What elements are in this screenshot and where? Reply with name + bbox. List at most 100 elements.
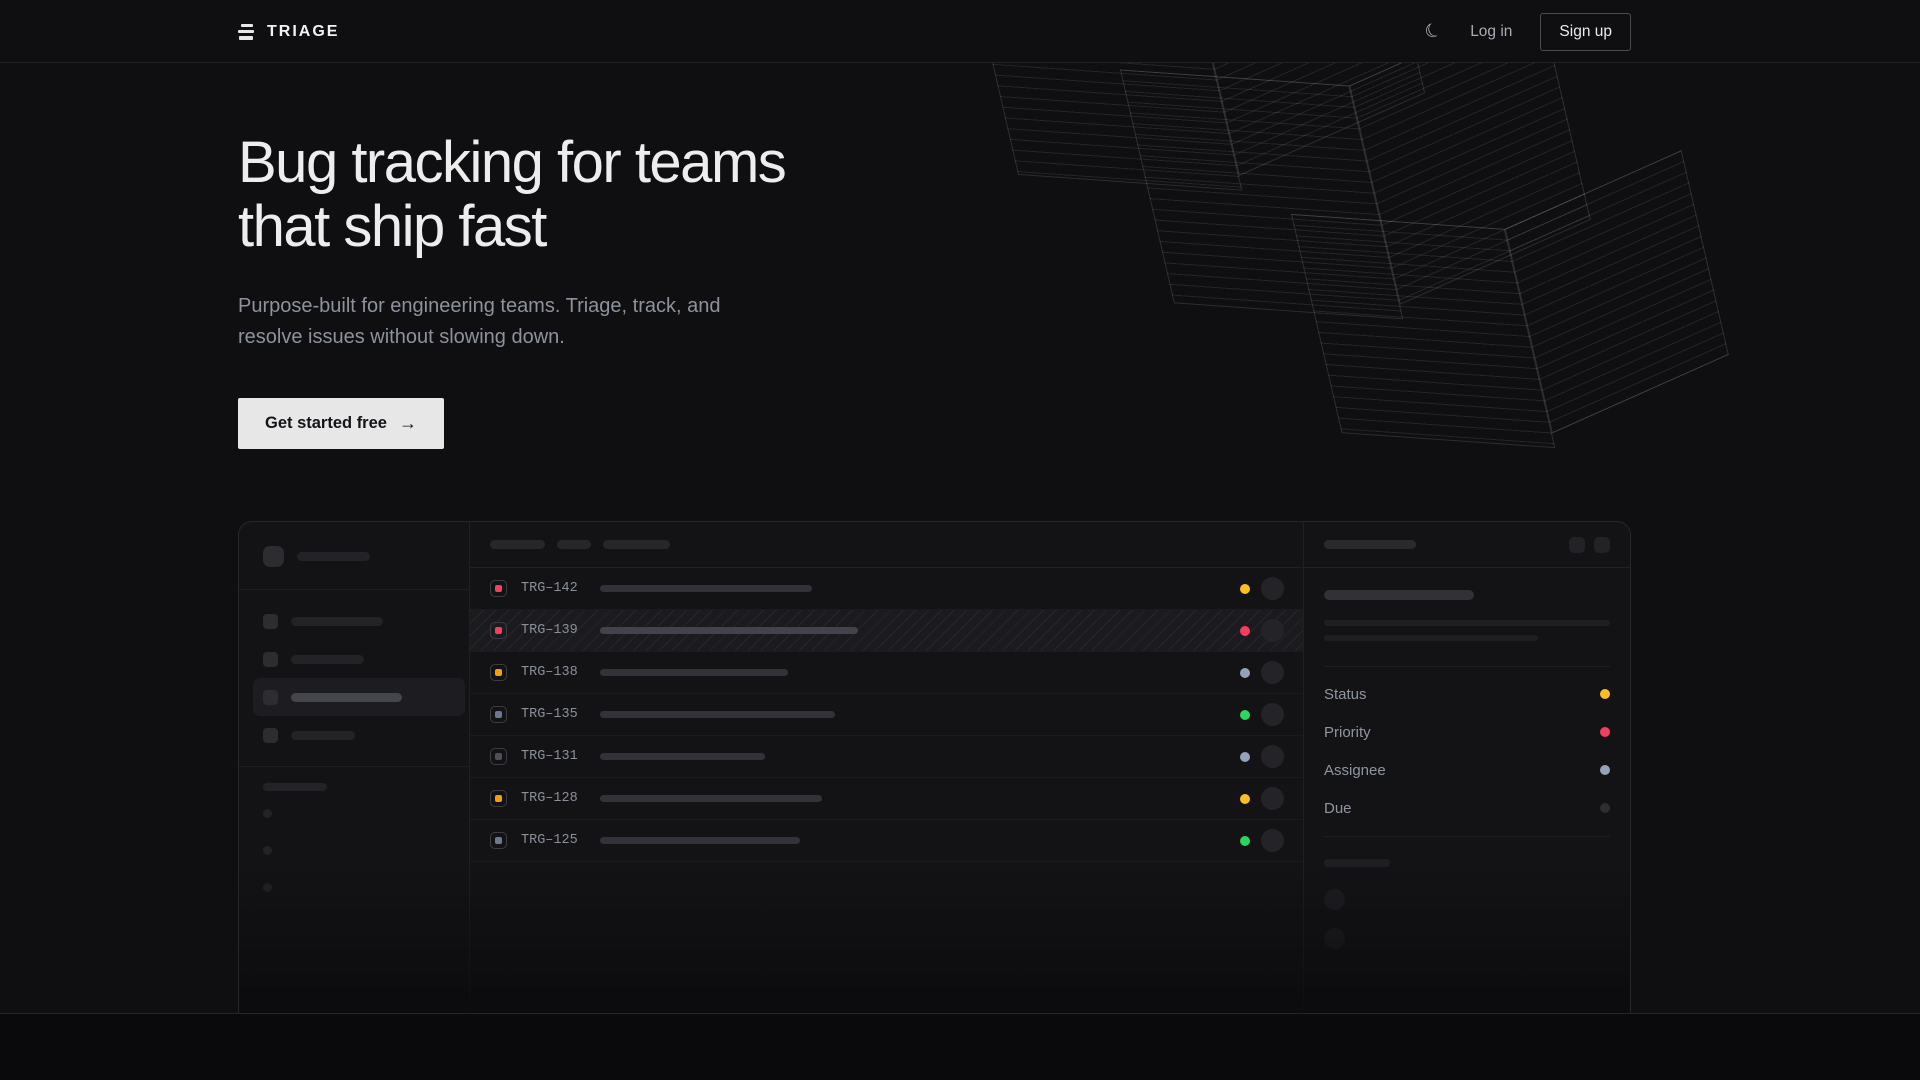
property-value-dot: [1600, 689, 1610, 699]
description-line-skeleton: [1324, 635, 1538, 641]
avatar: [1261, 829, 1284, 852]
sidebar-nav-item: [253, 716, 465, 754]
nav-item-icon: [263, 614, 278, 629]
property-row: Due: [1324, 789, 1610, 827]
app-mockup: TRG–142 TRG–139 TRG–138 TRG–135: [238, 521, 1631, 1013]
login-link[interactable]: Log in: [1470, 23, 1512, 41]
brand-name: TRIAGE: [267, 23, 339, 41]
hero-title: Bug tracking for teams that ship fast: [238, 131, 785, 259]
signup-button[interactable]: Sign up: [1540, 13, 1631, 51]
property-label: Assignee: [1324, 762, 1386, 779]
list-header-pill: [557, 540, 591, 549]
issue-row: TRG–131: [470, 736, 1303, 778]
next-section-strip: [0, 1013, 1920, 1080]
issue-title-skeleton: [600, 837, 800, 844]
sidebar-dot: [263, 883, 272, 892]
property-value-dot: [1600, 765, 1610, 775]
status-dot: [1240, 626, 1250, 636]
avatar: [1261, 745, 1284, 768]
issue-id: TRG–138: [521, 665, 587, 680]
comment-avatar-circle: [1324, 889, 1345, 910]
status-dot: [1240, 794, 1250, 804]
panel-action-icon: [1569, 537, 1585, 553]
issue-id: TRG–135: [521, 707, 587, 722]
nav-item-icon: [263, 652, 278, 667]
theme-toggle-moon-icon[interactable]: ☾: [1422, 19, 1445, 43]
issue-row: TRG–138: [470, 652, 1303, 694]
nav-item-icon: [263, 728, 278, 743]
issue-title-skeleton: [600, 627, 858, 634]
brand-logo: TRIAGE: [238, 23, 339, 41]
site-header: TRIAGE ☾ Log in Sign up: [0, 0, 1920, 63]
detail-panel-header: [1304, 522, 1630, 568]
issue-row: TRG–128: [470, 778, 1303, 820]
property-value-dot: [1600, 727, 1610, 737]
sidebar-dots: [263, 809, 455, 892]
status-dot: [1240, 584, 1250, 594]
comment-avatar-circle: [1324, 928, 1345, 949]
property-label: Priority: [1324, 724, 1371, 741]
issue-title-skeleton: [600, 585, 812, 592]
issue-type-icon: [490, 580, 507, 597]
status-dot: [1240, 668, 1250, 678]
issue-list: TRG–142 TRG–139 TRG–138 TRG–135: [470, 522, 1304, 1013]
workspace-icon: [263, 546, 284, 567]
avatar: [1261, 619, 1284, 642]
sidebar-dot: [263, 809, 272, 818]
avatar: [1261, 787, 1284, 810]
issue-row: TRG–125: [470, 820, 1303, 862]
issue-row: TRG–135: [470, 694, 1303, 736]
description-line-skeleton: [1324, 620, 1610, 626]
issue-id: TRG–125: [521, 833, 587, 848]
property-value-dot: [1600, 803, 1610, 813]
issue-type-icon: [490, 790, 507, 807]
sidebar-nav-item: [253, 602, 465, 640]
issue-title-skeleton: [600, 753, 765, 760]
list-header-pill: [490, 540, 545, 549]
nav-item-icon: [263, 690, 278, 705]
sidebar-nav: [263, 590, 455, 766]
issue-type-icon: [490, 706, 507, 723]
issue-title-skeleton: [1324, 590, 1474, 600]
property-label: Due: [1324, 800, 1352, 817]
property-row: Priority: [1324, 713, 1610, 751]
status-dot: [1240, 710, 1250, 720]
issue-list-header: [470, 522, 1303, 568]
sidebar-section-label: [263, 783, 327, 791]
mockup-sidebar: [239, 522, 470, 1013]
workspace-row: [263, 546, 455, 567]
issue-type-icon: [490, 664, 507, 681]
issue-id: TRG–142: [521, 581, 587, 596]
get-started-button[interactable]: Get started free →: [238, 398, 444, 449]
property-row: Status: [1324, 675, 1610, 713]
property-label: Status: [1324, 686, 1367, 703]
status-dot: [1240, 752, 1250, 762]
issue-type-icon: [490, 748, 507, 765]
avatar: [1261, 577, 1284, 600]
property-row: Assignee: [1324, 751, 1610, 789]
issue-type-icon: [490, 832, 507, 849]
issue-row: TRG–139: [470, 610, 1303, 652]
avatar: [1261, 703, 1284, 726]
sidebar-dot: [263, 846, 272, 855]
hero-subtitle: Purpose-built for engineering teams. Tri…: [238, 291, 720, 353]
hero-section: Bug tracking for teams that ship fast Pu…: [0, 63, 1920, 1013]
detail-panel: Status Priority Assignee Due: [1304, 522, 1630, 1013]
sidebar-nav-item: [253, 640, 465, 678]
issue-id: TRG–131: [521, 749, 587, 764]
panel-action-icon: [1594, 537, 1610, 553]
issue-title-skeleton: [600, 711, 835, 718]
arrow-right-icon: →: [399, 413, 417, 434]
issue-id: TRG–139: [521, 623, 587, 638]
issue-type-icon: [490, 622, 507, 639]
issue-id: TRG–128: [521, 791, 587, 806]
avatar: [1261, 661, 1284, 684]
comments-label-skeleton: [1324, 859, 1390, 867]
issue-row: TRG–142: [470, 568, 1303, 610]
status-dot: [1240, 836, 1250, 846]
list-header-pill: [603, 540, 670, 549]
issue-title-skeleton: [600, 669, 788, 676]
triage-logo-icon: [238, 24, 256, 40]
issue-title-skeleton: [600, 795, 822, 802]
sidebar-nav-item: [253, 678, 465, 716]
